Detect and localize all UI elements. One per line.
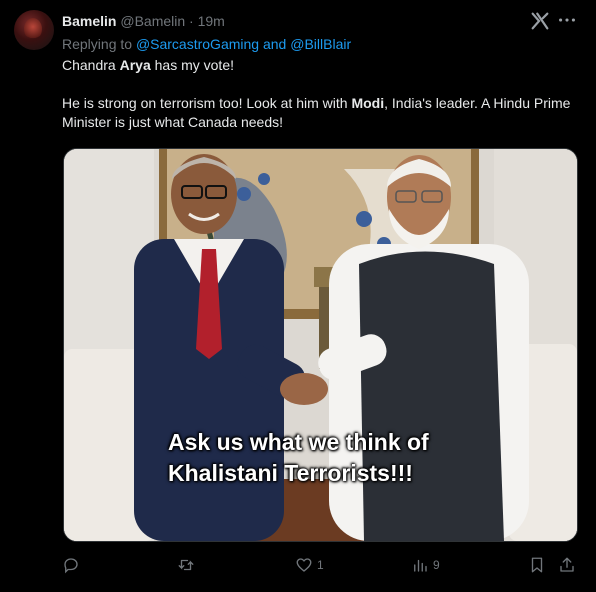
like-icon [296, 558, 312, 572]
share-icon [560, 557, 574, 572]
replying-prefix: Replying to [62, 36, 133, 52]
views-button[interactable]: 9 [411, 555, 440, 575]
like-count: 1 [317, 558, 324, 572]
tweet-line-2: He is strong on terrorism too! Look at h… [62, 95, 571, 130]
replying-to: Replying to @SarcastroGaming and @BillBl… [62, 35, 351, 53]
image-caption-line-1: Ask us what we think of [168, 429, 429, 455]
handle[interactable]: @Bamelin [120, 13, 185, 29]
views-icon [414, 559, 427, 572]
mention-billblair[interactable]: @BillBlair [290, 36, 351, 52]
separator: · [189, 13, 194, 29]
bookmark-icon [531, 557, 543, 573]
timestamp[interactable]: 19m [198, 13, 225, 29]
action-bar: 1 9 [0, 555, 596, 575]
tweet-line-1: Chandra Arya has my vote! [62, 57, 234, 73]
more-icon[interactable] [556, 9, 578, 31]
grok-x-icon[interactable] [529, 10, 551, 32]
like-button[interactable]: 1 [295, 555, 324, 575]
reply-icon [64, 558, 78, 574]
image-caption-line-2: Khalistani Terrorists!!! [168, 460, 413, 486]
avatar[interactable] [14, 10, 54, 50]
retweet-icon [178, 559, 194, 571]
tweet-image[interactable]: Ask us what we think of Khalistani Terro… [63, 148, 578, 542]
bookmark-button[interactable] [528, 555, 546, 575]
mention-sarcastrogaming[interactable]: @SarcastroGaming [136, 36, 259, 52]
reply-button[interactable] [62, 555, 84, 575]
tweet[interactable]: Bamelin @Bamelin · 19m Replying to @Sarc… [0, 0, 596, 592]
tweet-text: Chandra Arya has my vote! He is strong o… [62, 56, 572, 132]
share-button[interactable] [558, 555, 576, 575]
display-name[interactable]: Bamelin [62, 13, 116, 29]
tweet-header: Bamelin @Bamelin · 19m [62, 12, 225, 30]
replying-and[interactable]: and [263, 36, 286, 52]
retweet-button[interactable] [177, 555, 199, 575]
views-count: 9 [433, 558, 440, 572]
